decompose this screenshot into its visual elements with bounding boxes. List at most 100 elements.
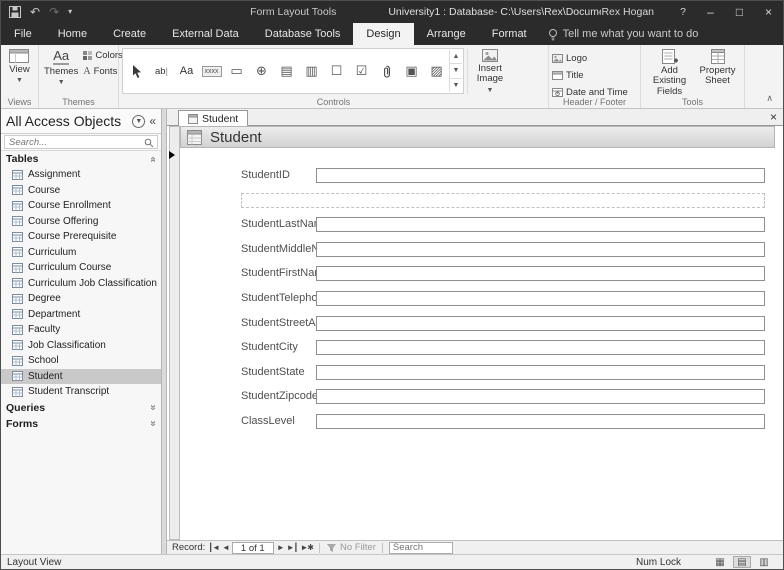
nav-item-course[interactable]: Course [1, 183, 161, 199]
ribbon-tab-create[interactable]: Create [100, 23, 159, 45]
gallery-more-icon[interactable]: ▼ [450, 78, 462, 92]
field-input-studentstreetaddr[interactable] [316, 316, 765, 331]
nav-item-curriculum-job-classification[interactable]: Curriculum Job Classification [1, 276, 161, 292]
previous-record-icon[interactable]: ◄ [222, 543, 229, 552]
tab-student[interactable]: Student [178, 110, 248, 126]
hyperlink-icon[interactable]: ⊕ [249, 51, 274, 91]
search-input[interactable] [4, 135, 158, 149]
qat-customize-icon[interactable]: ▾ [68, 8, 72, 16]
select-icon[interactable] [124, 51, 149, 91]
web-browser-control-icon[interactable]: ▤ [274, 51, 299, 91]
nav-item-course-enrollment[interactable]: Course Enrollment [1, 198, 161, 214]
maximize-button[interactable]: □ [725, 1, 754, 23]
field-input-studentmiddlename[interactable] [316, 242, 765, 257]
field-label-studentzipcode[interactable]: StudentZipcode [241, 390, 318, 402]
first-record-icon[interactable]: ┃◄ [208, 543, 219, 552]
nav-section-forms[interactable]: Forms » [1, 416, 161, 432]
field-input-studentid[interactable] [316, 168, 765, 183]
shutter-close-icon[interactable]: « [149, 114, 156, 128]
field-label-classlevel[interactable]: ClassLevel [241, 415, 295, 427]
ribbon-tab-arrange[interactable]: Arrange [414, 23, 479, 45]
nav-item-course-offering[interactable]: Course Offering [1, 214, 161, 230]
ribbon-tab-design[interactable]: Design [353, 23, 413, 45]
record-selector-bar[interactable] [169, 126, 180, 540]
gallery-scroll-down-icon[interactable]: ▼ [450, 63, 462, 77]
field-input-classlevel[interactable] [316, 414, 765, 429]
empty-control[interactable] [241, 193, 765, 208]
nav-item-degree[interactable]: Degree [1, 291, 161, 307]
insert-image-button[interactable]: Insert Image ▼ [471, 48, 509, 95]
next-record-icon[interactable]: ► [277, 543, 284, 552]
status-form-view-icon[interactable]: ▦ [711, 556, 729, 568]
ribbon-tab-file[interactable]: File [1, 23, 45, 45]
field-input-studentfirstname[interactable] [316, 266, 765, 281]
save-icon[interactable] [9, 6, 21, 18]
new-record-icon[interactable]: ►✱ [300, 543, 313, 552]
field-label-studentcity[interactable]: StudentCity [241, 341, 298, 353]
group-label-views: Views [1, 97, 38, 107]
text-box-icon[interactable]: ab| [149, 51, 174, 91]
add-existing-fields-button[interactable]: Add Existing Fields [645, 48, 695, 98]
option-group-icon[interactable]: ☐ [324, 51, 349, 91]
tab-control-icon[interactable]: ▭ [224, 51, 249, 91]
status-design-view-icon[interactable]: ▥ [755, 556, 773, 568]
nav-item-department[interactable]: Department [1, 307, 161, 323]
close-document-icon[interactable]: × [770, 111, 777, 123]
field-label-studentid[interactable]: StudentID [241, 169, 290, 181]
window-title: University1 : Database- C:\Users\Rex\Doc… [388, 6, 601, 18]
last-record-icon[interactable]: ►┃ [287, 543, 298, 552]
title-button[interactable]: Title [552, 68, 628, 82]
nav-item-school[interactable]: School [1, 353, 161, 369]
tell-me-box[interactable]: Tell me what you want to do [548, 23, 699, 45]
date-time-icon [552, 88, 563, 97]
logo-button[interactable]: Logo [552, 51, 628, 65]
status-layout-view-icon[interactable]: ▤ [733, 556, 751, 568]
nav-item-label: Course Prerequisite [28, 231, 116, 242]
filter-indicator[interactable]: No Filter [326, 542, 376, 553]
nav-item-faculty[interactable]: Faculty [1, 322, 161, 338]
record-search-input[interactable] [389, 542, 453, 554]
collapse-ribbon-icon[interactable]: ∧ [766, 93, 773, 104]
gallery-scroll-up-icon[interactable]: ▲ [450, 50, 462, 63]
field-input-studentlastname[interactable] [316, 217, 765, 232]
help-icon[interactable]: ? [670, 6, 696, 18]
redo-icon[interactable]: ↷ [49, 6, 59, 18]
nav-pane-header[interactable]: All Access Objects ▼ « [1, 109, 161, 134]
ribbon-tab-external-data[interactable]: External Data [159, 23, 252, 45]
nav-item-job-classification[interactable]: Job Classification [1, 338, 161, 354]
user-name[interactable]: Rex Hogan [601, 6, 654, 18]
field-label-studentstate[interactable]: StudentState [241, 366, 305, 378]
nav-item-curriculum[interactable]: Curriculum [1, 245, 161, 261]
property-sheet-button[interactable]: Property Sheet [695, 48, 741, 88]
view-button[interactable]: View ▼ [7, 48, 31, 85]
check-box-icon[interactable]: ☑ [349, 51, 374, 91]
ribbon-tab-database-tools[interactable]: Database Tools [252, 23, 354, 45]
nav-item-student-transcript[interactable]: Student Transcript [1, 384, 161, 400]
minimize-button[interactable]: – [696, 1, 725, 23]
form-layout-view: Student StudentIDStudentLastNameStudentM… [167, 126, 783, 540]
nav-pane-menu-icon[interactable]: ▼ [132, 115, 145, 128]
field-input-studenttelephonenumber[interactable] [316, 291, 765, 306]
ribbon-tab-format[interactable]: Format [479, 23, 540, 45]
ribbon-tab-home[interactable]: Home [45, 23, 100, 45]
attachment-icon[interactable] [374, 51, 399, 91]
field-input-studentstate[interactable] [316, 365, 765, 380]
nav-item-course-prerequisite[interactable]: Course Prerequisite [1, 229, 161, 245]
close-button[interactable]: × [754, 1, 783, 23]
nav-item-curriculum-course[interactable]: Curriculum Course [1, 260, 161, 276]
nav-item-assignment[interactable]: Assignment [1, 167, 161, 183]
field-input-studentzipcode[interactable] [316, 389, 765, 404]
nav-section-tables[interactable]: Tables » [1, 151, 161, 167]
navigation-control-icon[interactable]: ▥ [299, 51, 324, 91]
form-header[interactable]: Student [180, 126, 775, 148]
image-icon[interactable]: ▨ [424, 51, 449, 91]
subform-icon[interactable]: ▣ [399, 51, 424, 91]
themes-button[interactable]: Aa Themes ▼ [42, 48, 80, 87]
nav-section-queries[interactable]: Queries » [1, 400, 161, 416]
label-icon[interactable]: Aa [174, 51, 199, 91]
undo-icon[interactable]: ↶ [30, 6, 40, 18]
field-input-studentcity[interactable] [316, 340, 765, 355]
nav-item-student[interactable]: Student [1, 369, 161, 385]
current-record-arrow-icon [169, 151, 175, 159]
button-icon[interactable]: xxxx [199, 51, 224, 91]
